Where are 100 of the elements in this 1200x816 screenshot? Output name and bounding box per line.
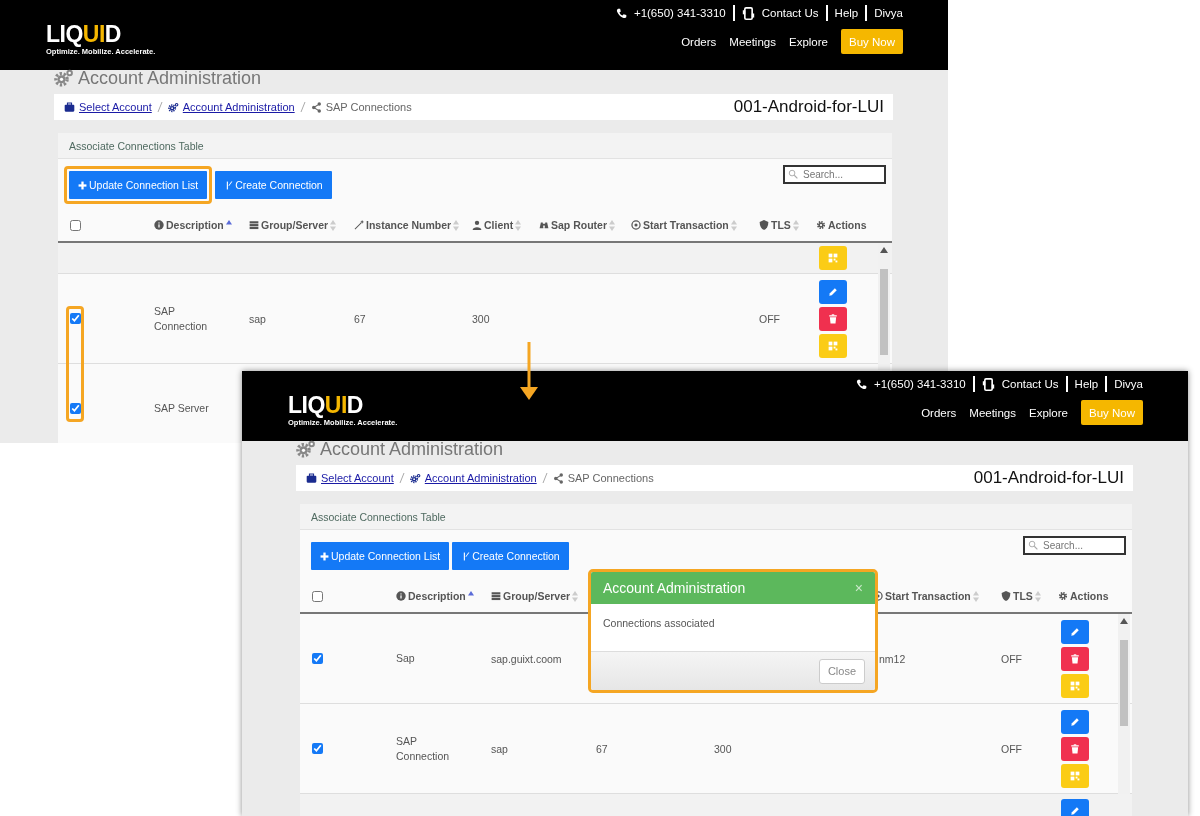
logo[interactable]: LIQUID: [288, 393, 398, 417]
delete-button[interactable]: [1061, 646, 1089, 671]
mobile-phone-icon: [981, 377, 995, 391]
create-connection-button[interactable]: Create Connection: [215, 171, 332, 199]
create-connection-button[interactable]: Create Connection: [452, 542, 569, 570]
nav-link[interactable]: Meetings: [729, 35, 776, 48]
update-connection-list-button[interactable]: Update Connection List: [69, 171, 208, 199]
nav-link[interactable]: Orders: [681, 35, 717, 48]
column-header: Actions: [828, 219, 867, 231]
edit-button[interactable]: [819, 279, 847, 304]
nav-link[interactable]: Orders: [921, 406, 957, 419]
card-title: Associate Connections Table: [311, 510, 446, 523]
row-checkbox[interactable]: [312, 653, 323, 664]
table-cell: 300: [714, 742, 732, 755]
text-cursor-icon: [224, 180, 234, 190]
column-header[interactable]: Start Transaction: [643, 219, 729, 231]
search-icon: [788, 169, 798, 179]
plus-icon: [320, 551, 329, 561]
qr-code-icon: [828, 253, 838, 263]
shield-icon: [759, 220, 769, 230]
table-cell: OFF: [1001, 742, 1022, 755]
column-header[interactable]: Description: [408, 590, 466, 602]
trash-icon: [828, 313, 838, 324]
table-cell: OFF: [759, 312, 780, 325]
user-menu[interactable]: Divya: [1114, 378, 1143, 390]
logo[interactable]: LIQUID: [46, 22, 156, 46]
shield-icon: [1001, 591, 1011, 601]
breadcrumb-current: SAP Connections: [567, 472, 654, 484]
nav-link[interactable]: Explore: [1028, 406, 1068, 419]
contact-link[interactable]: Contact Us: [761, 7, 819, 19]
breadcrumb-separator-icon: [299, 102, 306, 112]
column-header[interactable]: Client: [484, 219, 514, 231]
breadcrumb-link[interactable]: Account Administration: [424, 472, 537, 484]
down-arrow-icon: [520, 342, 538, 402]
delete-button[interactable]: [1061, 736, 1089, 761]
gears-icon: [54, 68, 74, 88]
column-header[interactable]: Description: [166, 219, 224, 231]
pencil-icon: [1070, 626, 1080, 637]
table-cell: SAP Connection: [396, 734, 450, 762]
select-all-checkbox[interactable]: [312, 590, 323, 602]
breadcrumb-current: SAP Connections: [325, 101, 412, 113]
update-connection-list-button[interactable]: Update Connection List: [311, 542, 450, 570]
qr-code-icon: [828, 340, 838, 351]
table-cell: 67: [596, 742, 608, 755]
edit-button[interactable]: [1061, 799, 1089, 816]
row-checkbox[interactable]: [70, 313, 81, 324]
edit-button[interactable]: [1061, 709, 1089, 734]
column-header[interactable]: Instance Number: [366, 219, 452, 231]
dialog-title: Account Administration: [603, 580, 746, 596]
column-header: Actions: [1070, 590, 1109, 602]
scroll-up-arrow-icon[interactable]: [1120, 618, 1128, 624]
edit-button[interactable]: [1061, 619, 1089, 644]
share-icon: [310, 101, 322, 113]
breadcrumb-separator-icon: [541, 473, 548, 483]
server-icon: [491, 591, 501, 601]
column-header[interactable]: TLS: [1013, 590, 1033, 602]
user-menu[interactable]: Divya: [874, 7, 903, 19]
search-field[interactable]: Search...: [1023, 536, 1126, 555]
server-icon: [249, 220, 259, 230]
scrollbar[interactable]: [1118, 614, 1130, 794]
share-icon: [552, 472, 564, 484]
card-title: Associate Connections Table: [69, 139, 204, 152]
phone-icon: [615, 7, 627, 19]
trash-icon: [1070, 653, 1080, 664]
account-name: 001-Android-for-LUI: [973, 468, 1124, 488]
column-header[interactable]: Group/Server: [503, 590, 571, 602]
column-header[interactable]: TLS: [771, 219, 791, 231]
help-link[interactable]: Help: [834, 7, 859, 19]
breadcrumb-link[interactable]: Select Account: [79, 101, 152, 113]
briefcase-icon: [64, 101, 75, 113]
close-button[interactable]: Close: [818, 658, 865, 684]
breadcrumb-separator-icon: [398, 473, 405, 483]
column-header[interactable]: Start Transaction: [885, 590, 971, 602]
contact-link[interactable]: Contact Us: [1001, 378, 1059, 390]
row-checkbox[interactable]: [312, 743, 323, 754]
help-link[interactable]: Help: [1074, 378, 1099, 390]
delete-button[interactable]: [819, 306, 847, 331]
info-icon: [154, 220, 164, 230]
nav-link[interactable]: Meetings: [969, 406, 1016, 419]
phone-number: +1(650) 341-3310: [873, 378, 966, 390]
info-icon: [396, 591, 406, 601]
column-header[interactable]: Sap Router: [551, 219, 607, 231]
table-cell: 67: [354, 312, 366, 325]
gears-icon: [296, 439, 316, 459]
page-title: Account Administration: [320, 438, 504, 460]
page-title: Account Administration: [78, 67, 262, 89]
breadcrumb-link[interactable]: Account Administration: [182, 101, 295, 113]
phone-icon: [855, 378, 867, 390]
column-header[interactable]: Group/Server: [261, 219, 329, 231]
table-cell: Sap: [396, 652, 415, 664]
qr-code-icon: [1070, 680, 1080, 691]
pencil-icon: [828, 286, 838, 297]
select-all-checkbox[interactable]: [70, 219, 81, 231]
breadcrumb-link[interactable]: Select Account: [321, 472, 394, 484]
search-field[interactable]: Search...: [783, 165, 886, 184]
row-checkbox[interactable]: [70, 403, 81, 414]
scroll-up-arrow-icon[interactable]: [880, 247, 888, 253]
nav-link[interactable]: Explore: [788, 35, 828, 48]
table-cell: sap: [491, 742, 508, 755]
mobile-phone-icon: [741, 6, 755, 20]
